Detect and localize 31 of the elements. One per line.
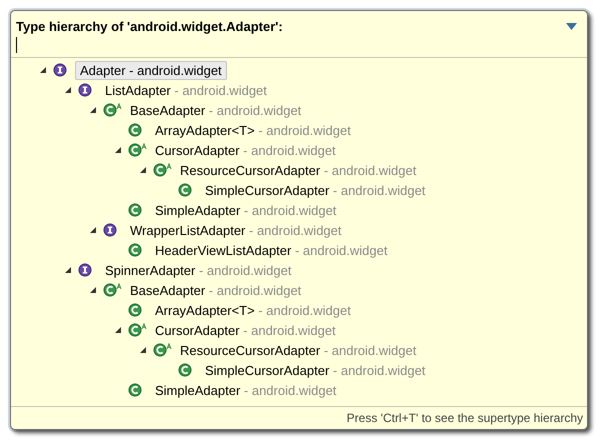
tree-item[interactable]: ResourceCursorAdapter - android.widget <box>175 340 422 360</box>
view-menu-button[interactable] <box>564 21 579 32</box>
tree-item[interactable]: ResourceCursorAdapter - android.widget <box>175 160 422 180</box>
tree-item[interactable]: SimpleCursorAdapter - android.widget <box>200 180 430 200</box>
expanded-arrow-icon[interactable] <box>40 67 46 73</box>
expanded-arrow-icon[interactable] <box>140 167 146 173</box>
tree-item[interactable]: CursorAdapter - android.widget <box>150 140 341 160</box>
popup-title: Type hierarchy of 'android.widget.Adapter': <box>16 19 283 34</box>
expanded-arrow-icon[interactable] <box>115 147 121 153</box>
expanded-arrow-icon[interactable] <box>90 227 96 233</box>
tree-item[interactable]: Adapter - android.widget <box>75 60 227 80</box>
tree-item[interactable]: CursorAdapter - android.widget <box>150 320 341 340</box>
tree-item[interactable]: ArrayAdapter<T> - android.widget <box>150 120 356 140</box>
expanded-arrow-icon[interactable] <box>140 347 146 353</box>
tree-item[interactable]: SpinnerAdapter - android.widget <box>100 260 296 280</box>
tree-item[interactable]: SimpleCursorAdapter - android.widget <box>200 360 430 380</box>
tree-item[interactable]: SimpleAdapter - android.widget <box>150 200 342 220</box>
tree-item[interactable]: WrapperListAdapter - android.widget <box>125 220 346 240</box>
expanded-arrow-icon[interactable] <box>90 107 96 113</box>
status-hint: Press 'Ctrl+T' to see the supertype hierarchy <box>346 411 583 425</box>
tree-item[interactable]: ArrayAdapter<T> - android.widget <box>150 300 356 320</box>
tree-item[interactable]: SimpleAdapter - android.widget <box>150 380 342 400</box>
tree-item[interactable]: BaseAdapter - android.widget <box>125 100 306 120</box>
tree-item[interactable]: ListAdapter - android.widget <box>100 80 272 100</box>
expanded-arrow-icon[interactable] <box>115 327 121 333</box>
expanded-arrow-icon[interactable] <box>90 287 96 293</box>
triangle-icon <box>566 23 577 30</box>
tree-item[interactable]: BaseAdapter - android.widget <box>125 280 306 300</box>
expanded-arrow-icon[interactable] <box>65 87 71 93</box>
tree-item[interactable]: HeaderViewListAdapter - android.widget <box>150 240 392 260</box>
expanded-arrow-icon[interactable] <box>65 267 71 273</box>
